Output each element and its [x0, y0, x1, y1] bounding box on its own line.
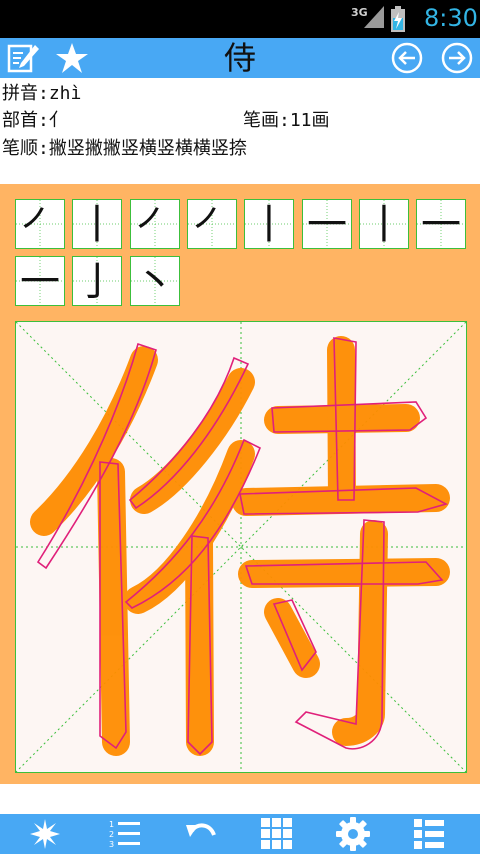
stroke-glyph: 丶 [135, 259, 175, 305]
stroke-cell[interactable]: ㇒ [129, 199, 180, 249]
battery-icon [391, 6, 405, 32]
strokes-row: 笔画:11画 [243, 106, 330, 132]
stroke-cell[interactable]: ㇒ [186, 199, 237, 249]
radical-row: 部首:亻 [2, 106, 67, 132]
next-icon[interactable] [440, 41, 474, 75]
stroke-glyph: 一 [20, 259, 60, 305]
settings-icon[interactable] [336, 817, 370, 851]
stroke-glyph: ㇒ [20, 202, 60, 248]
stroke-glyph: 丨 [77, 202, 117, 248]
stroke-glyph: 一 [307, 202, 347, 248]
stroke-cell[interactable]: ㇒ [15, 199, 65, 249]
strokes-label: 笔画: [243, 110, 290, 131]
stroke-cell[interactable]: 亅 [72, 256, 123, 306]
clock: 8:30 [424, 4, 478, 32]
stroke-cell[interactable]: 丶 [129, 256, 180, 306]
svg-text:1: 1 [109, 820, 114, 829]
radical-label: 部首: [2, 110, 49, 131]
strokes-value: 11画 [289, 110, 330, 131]
stroke-glyph: 一 [421, 202, 461, 248]
stroke-cell[interactable]: 一 [301, 199, 352, 249]
burst-icon[interactable] [28, 817, 62, 851]
numbered-list-icon[interactable]: 1 2 3 [108, 817, 142, 851]
pinyin-label: 拼音: [2, 83, 49, 104]
stroke-glyph: 丨 [249, 202, 289, 248]
prev-icon[interactable] [390, 41, 424, 75]
writing-panel: ㇒丨㇒㇒丨一丨一一亅丶 [0, 184, 480, 784]
status-bar: 3G 8:30 [0, 0, 480, 38]
order-value: 撇竖撇撇竖横竖横横竖捺 [48, 138, 247, 159]
stroke-cell[interactable]: 一 [416, 199, 467, 249]
stroke-glyph: 丨 [364, 202, 404, 248]
stroke-glyph: ㇒ [192, 202, 232, 248]
stroke-cell[interactable]: 丨 [244, 199, 295, 249]
svg-text:3: 3 [109, 840, 114, 849]
bottom-toolbar: 1 2 3 [0, 814, 480, 854]
pinyin-row: 拼音:zhì [2, 79, 81, 105]
grid-icon[interactable] [260, 817, 294, 851]
stroke-glyph: 亅 [77, 259, 117, 305]
character-info: 拼音:zhì 部首:亻 笔画:11画 笔顺:撇竖撇撇竖横竖横横竖捺 [0, 78, 480, 184]
order-label: 笔顺: [2, 138, 49, 159]
stroke-cell[interactable]: 丨 [72, 199, 123, 249]
star-icon[interactable] [55, 41, 89, 75]
stroke-cell[interactable]: 一 [15, 256, 65, 306]
stroke-cell[interactable]: 丨 [358, 199, 409, 249]
top-toolbar: 侍 [0, 38, 480, 78]
undo-icon[interactable] [184, 817, 218, 851]
edit-icon[interactable] [6, 41, 40, 75]
radical-value: 亻 [48, 110, 67, 131]
order-row: 笔顺:撇竖撇撇竖横竖横横竖捺 [2, 134, 247, 160]
svg-text:2: 2 [109, 830, 114, 839]
spacer [0, 784, 480, 814]
list-icon[interactable] [412, 817, 446, 851]
character-canvas[interactable] [15, 321, 467, 773]
stroke-glyph: ㇒ [135, 202, 175, 248]
signal-icon [364, 6, 384, 28]
character-title: 侍 [223, 39, 256, 77]
pinyin-value: zhì [48, 83, 82, 104]
